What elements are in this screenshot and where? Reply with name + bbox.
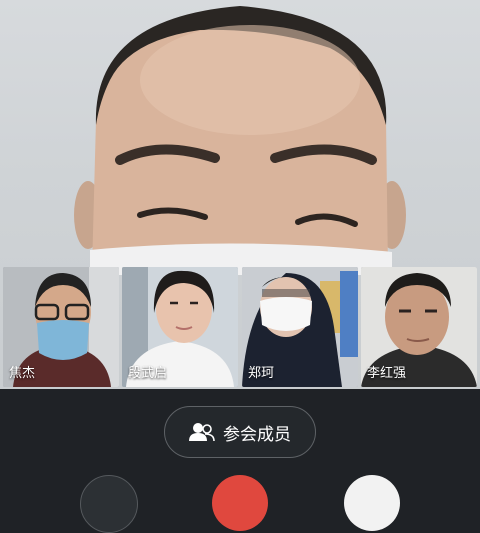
speaker-button[interactable]: [344, 475, 400, 531]
people-icon: [189, 423, 215, 442]
participant-name: 段武启: [128, 366, 168, 381]
participant-tile[interactable]: 焦杰: [3, 267, 119, 387]
mute-button[interactable]: [80, 475, 138, 533]
participant-name: 郑珂: [248, 366, 275, 381]
participant-strip: 焦杰 段武启 郑珂 李红强: [0, 267, 480, 389]
participant-tile[interactable]: 李红强: [361, 267, 477, 387]
participants-button-label: 参会成员: [223, 424, 291, 445]
participant-name: 李红强: [367, 366, 407, 381]
participant-tile[interactable]: 段武启: [122, 267, 238, 387]
participants-button[interactable]: 参会成员: [164, 406, 316, 458]
participant-name: 焦杰: [9, 366, 36, 381]
participant-tile[interactable]: 郑珂: [242, 267, 358, 387]
end-call-button[interactable]: [212, 475, 268, 531]
bottom-control-bar: 参会成员: [0, 389, 480, 533]
